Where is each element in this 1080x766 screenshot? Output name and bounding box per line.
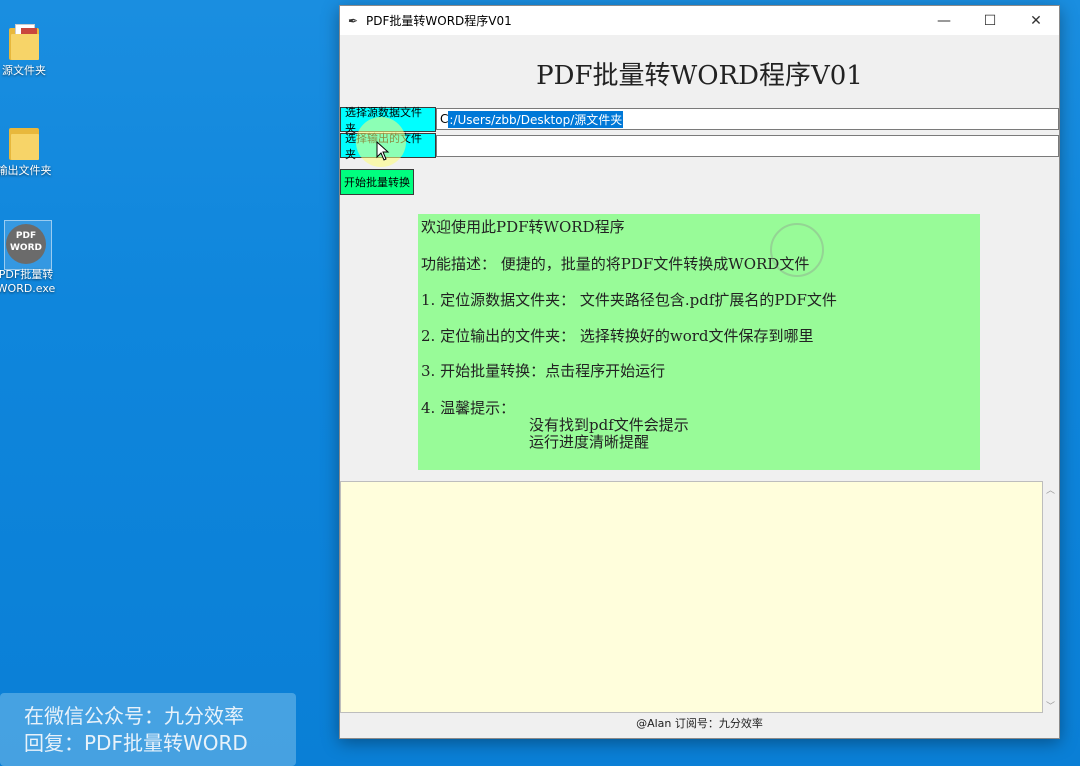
select-source-folder-button[interactable]: 选择源数据文件夹 [340,106,436,135]
close-icon: ✕ [1030,12,1042,29]
output-path-input[interactable] [436,135,1059,157]
feather-icon: ✒ [348,13,359,28]
title-bar[interactable]: ✒ PDF批量转WORD程序V01 — ☐ ✕ [340,6,1059,35]
step-2-text: 2. 定位输出的文件夹： 选择转换好的word文件保存到哪里 [421,327,814,345]
selected-text: :/Users/zbb/Desktop/源文件夹 [448,110,624,128]
desktop-icon-source-folder[interactable]: 源文件夹 [0,24,60,78]
desktop-icon-label: 源文件夹 [2,64,46,77]
log-output-textarea[interactable] [340,481,1043,713]
scroll-up-icon[interactable]: ︿ [1046,483,1055,496]
window-title: PDF批量转WORD程序V01 [366,14,512,28]
maximize-button[interactable]: ☐ [967,6,1013,35]
footer-credit: @Alan 订阅号：九分效率 [636,717,763,730]
step-1-text: 1. 定位源数据文件夹： 文件夹路径包含.pdf扩展名的PDF文件 [421,291,837,309]
loading-spinner-icon [770,223,824,277]
folder-icon [9,124,39,160]
start-batch-convert-button[interactable]: 开始批量转换 [340,169,414,195]
desktop-icon-pdf-to-word-exe[interactable]: PDF WORD PDF批量转 WORD.exe [0,224,62,296]
step-3-text: 3. 开始批量转换：点击程序开始运行 [421,362,666,380]
close-button[interactable]: ✕ [1013,6,1059,35]
app-window: ✒ PDF批量转WORD程序V01 — ☐ ✕ PDF批量转WORD程序V01 … [339,5,1060,739]
maximize-icon: ☐ [983,12,997,29]
watermark-line: 回复：PDF批量转WORD [24,731,248,755]
description-text: 功能描述： 便捷的，批量的将PDF文件转换成WORD文件 [421,255,810,273]
desktop-icon-output-folder[interactable]: 输出文件夹 [0,124,60,178]
wechat-watermark: 在微信公众号：九分效率 回复：PDF批量转WORD [0,693,296,766]
log-scrollbar[interactable]: ︿ ﹀ [1043,481,1059,713]
instructions-panel: 欢迎使用此PDF转WORD程序 功能描述： 便捷的，批量的将PDF文件转换成WO… [418,214,980,470]
desktop-icon-label: PDF批量转 WORD.exe [0,268,56,295]
folder-icon [9,24,39,60]
minimize-button[interactable]: — [921,6,967,35]
welcome-text: 欢迎使用此PDF转WORD程序 [421,218,625,236]
tip-2-text: 运行进度清晰提醒 [529,433,650,451]
step-4-text: 4. 温馨提示： [421,399,516,417]
pdf-word-app-icon: PDF WORD [6,224,46,264]
desktop-icon-label: 输出文件夹 [0,164,52,177]
watermark-line: 在微信公众号：九分效率 [24,704,244,728]
source-path-input[interactable]: C:/Users/zbb/Desktop/源文件夹 [436,108,1059,130]
mouse-pointer-icon [376,141,390,161]
scroll-down-icon[interactable]: ﹀ [1046,699,1055,712]
minimize-icon: — [937,12,951,29]
app-title: PDF批量转WORD程序V01 [536,61,863,91]
